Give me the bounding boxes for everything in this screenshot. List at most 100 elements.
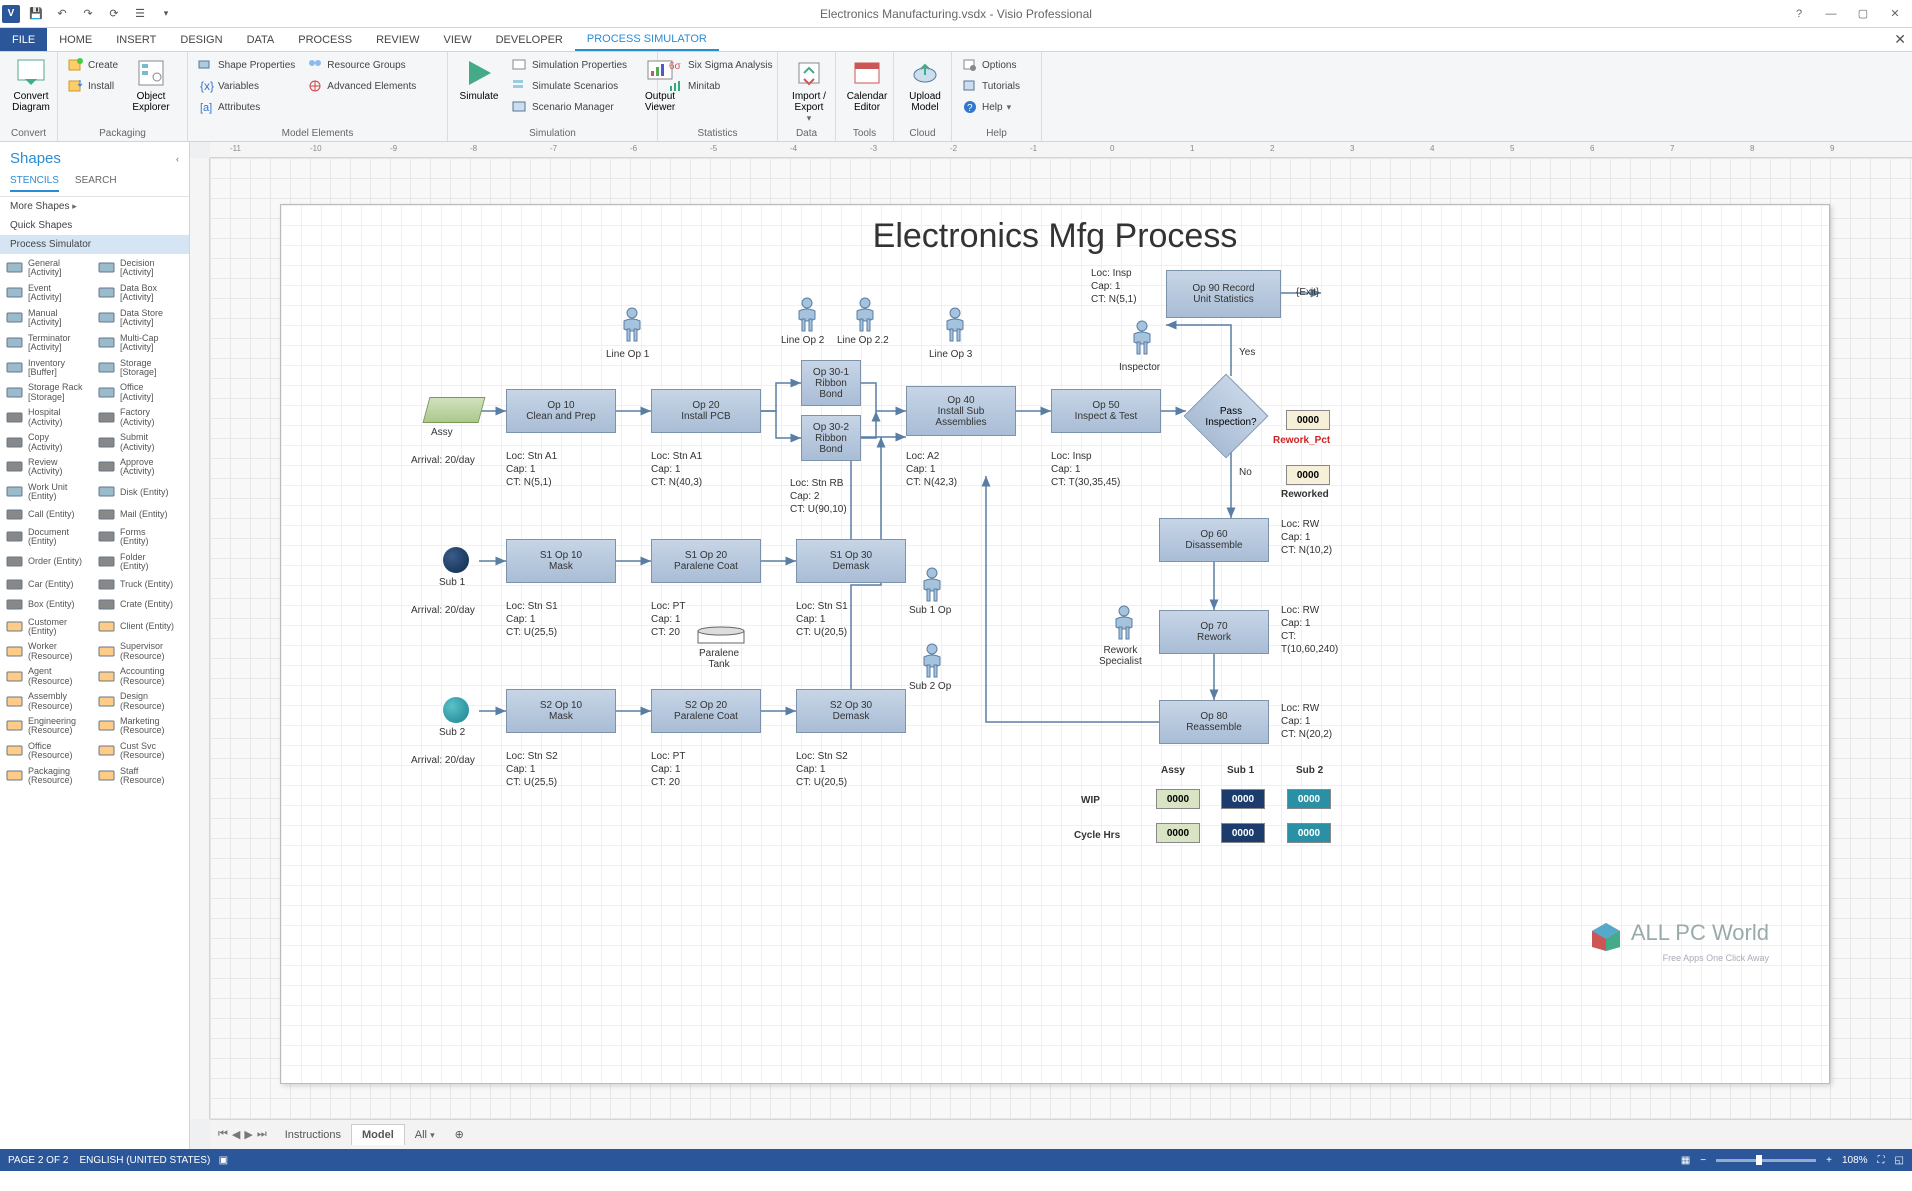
- stencil-shape[interactable]: Design (Resource): [94, 689, 186, 714]
- tab-insert[interactable]: INSERT: [104, 28, 168, 51]
- stencil-shape[interactable]: Engineering (Resource): [2, 714, 94, 739]
- stencil-shape[interactable]: Crate (Entity): [94, 595, 186, 615]
- upload-model-button[interactable]: Upload Model: [900, 55, 950, 115]
- op70-box[interactable]: Op 70 Rework: [1159, 610, 1269, 654]
- variables-button[interactable]: {x}Variables: [194, 76, 299, 96]
- stencil-shape[interactable]: Call (Entity): [2, 505, 94, 525]
- tutorials-button[interactable]: Tutorials: [958, 76, 1024, 96]
- simulate-button[interactable]: Simulate: [454, 55, 504, 104]
- qat-save[interactable]: 💾: [26, 4, 46, 24]
- page-tab-all[interactable]: All ▾: [405, 1125, 445, 1145]
- more-shapes-link[interactable]: More Shapes ▸: [0, 197, 189, 216]
- restore-icon[interactable]: ▢: [1848, 3, 1878, 25]
- shape-properties-button[interactable]: Shape Properties: [194, 55, 299, 75]
- zoom-level[interactable]: 108%: [1842, 1155, 1868, 1166]
- qat-more[interactable]: ☰: [130, 4, 150, 24]
- help-icon[interactable]: ?: [1784, 3, 1814, 25]
- create-button[interactable]: Create: [64, 55, 122, 75]
- sub2-entity[interactable]: [443, 697, 469, 723]
- stencil-shape[interactable]: Data Store [Activity]: [94, 306, 186, 331]
- stencil-shape[interactable]: Work Unit (Entity): [2, 480, 94, 505]
- tab-file[interactable]: FILE: [0, 28, 47, 51]
- pan-zoom-icon[interactable]: ◱: [1895, 1155, 1904, 1166]
- line-op1-icon[interactable]: [621, 307, 643, 343]
- stencil-shape[interactable]: Office [Activity]: [94, 380, 186, 405]
- stencil-shape[interactable]: Staff (Resource): [94, 764, 186, 789]
- search-tab[interactable]: SEARCH: [75, 175, 117, 192]
- stencil-shape[interactable]: Accounting (Resource): [94, 664, 186, 689]
- stencil-shape[interactable]: General [Activity]: [2, 256, 94, 281]
- sub1-entity[interactable]: [443, 547, 469, 573]
- collapse-shapes-icon[interactable]: ‹: [176, 154, 179, 164]
- sub2-op-icon[interactable]: [921, 643, 943, 679]
- stencil-shape[interactable]: Cust Svc (Resource): [94, 739, 186, 764]
- stencil-shape[interactable]: Folder (Entity): [94, 550, 186, 575]
- scenario-manager-button[interactable]: Scenario Manager: [508, 97, 631, 117]
- page-prev-all-icon[interactable]: ⏮: [218, 1128, 228, 1141]
- drawing-page[interactable]: Electronics Mfg Process: [280, 204, 1830, 1084]
- s1op10-box[interactable]: S1 Op 10 Mask: [506, 539, 616, 583]
- stencil-shape[interactable]: Client (Entity): [94, 615, 186, 640]
- stencils-tab[interactable]: STENCILS: [10, 175, 59, 192]
- inspector-icon[interactable]: [1131, 320, 1153, 356]
- minimize-icon[interactable]: —: [1816, 3, 1846, 25]
- page-prev-icon[interactable]: ◀: [232, 1128, 240, 1141]
- s2op10-box[interactable]: S2 Op 10 Mask: [506, 689, 616, 733]
- stencil-shape[interactable]: Storage Rack [Storage]: [2, 380, 94, 405]
- op50-box[interactable]: Op 50 Inspect & Test: [1051, 389, 1161, 433]
- simulation-properties-button[interactable]: Simulation Properties: [508, 55, 631, 75]
- stencil-shape[interactable]: Hospital (Activity): [2, 405, 94, 430]
- op30-2-box[interactable]: Op 30-2 Ribbon Bond: [801, 415, 861, 461]
- stencil-shape[interactable]: Storage [Storage]: [94, 356, 186, 381]
- stencil-shape[interactable]: Box (Entity): [2, 595, 94, 615]
- tab-review[interactable]: REVIEW: [364, 28, 431, 51]
- stencil-shape[interactable]: Packaging (Resource): [2, 764, 94, 789]
- import-export-button[interactable]: Import / Export▾: [784, 55, 834, 126]
- tab-developer[interactable]: DEVELOPER: [484, 28, 575, 51]
- line-op3-icon[interactable]: [944, 307, 966, 343]
- minitab-button[interactable]: Minitab: [664, 76, 776, 96]
- convert-diagram-button[interactable]: Convert Diagram: [6, 55, 56, 115]
- op30-1-box[interactable]: Op 30-1 Ribbon Bond: [801, 360, 861, 406]
- op90-box[interactable]: Op 90 Record Unit Statistics: [1166, 270, 1281, 318]
- zoom-out-icon[interactable]: −: [1700, 1155, 1706, 1166]
- tab-data[interactable]: DATA: [235, 28, 287, 51]
- op10-box[interactable]: Op 10 Clean and Prep: [506, 389, 616, 433]
- line-op22-icon[interactable]: [854, 297, 876, 333]
- attributes-button[interactable]: [a]Attributes: [194, 97, 299, 117]
- page-next-all-icon[interactable]: ⏭: [257, 1128, 267, 1141]
- stencil-shape[interactable]: Office (Resource): [2, 739, 94, 764]
- s2op30-box[interactable]: S2 Op 30 Demask: [796, 689, 906, 733]
- tab-process-simulator[interactable]: PROCESS SIMULATOR: [575, 28, 719, 51]
- stencil-shape[interactable]: Inventory [Buffer]: [2, 356, 94, 381]
- assy-entity[interactable]: [423, 397, 486, 423]
- op40-box[interactable]: Op 40 Install Sub Assemblies: [906, 386, 1016, 436]
- collapse-ribbon-icon[interactable]: ✕: [1894, 31, 1906, 48]
- stencil-shape[interactable]: Decision [Activity]: [94, 256, 186, 281]
- page-next-icon[interactable]: ▶: [244, 1128, 252, 1141]
- calendar-editor-button[interactable]: Calendar Editor: [842, 55, 892, 115]
- stencil-shape[interactable]: Approve (Activity): [94, 455, 186, 480]
- line-op2-icon[interactable]: [796, 297, 818, 333]
- stencil-shape[interactable]: Multi-Cap [Activity]: [94, 331, 186, 356]
- stencil-shape[interactable]: Forms (Entity): [94, 525, 186, 550]
- stencil-shape[interactable]: Supervisor (Resource): [94, 639, 186, 664]
- presentation-view-icon[interactable]: ▦: [1681, 1155, 1690, 1166]
- help-button[interactable]: ?Help ▾: [958, 97, 1024, 117]
- stencil-shape[interactable]: Agent (Resource): [2, 664, 94, 689]
- stencil-shape[interactable]: Data Box [Activity]: [94, 281, 186, 306]
- tab-view[interactable]: VIEW: [431, 28, 483, 51]
- object-explorer-button[interactable]: Object Explorer: [126, 55, 176, 115]
- qat-refresh[interactable]: ⟳: [104, 4, 124, 24]
- stencil-shape[interactable]: Worker (Resource): [2, 639, 94, 664]
- tab-process[interactable]: PROCESS: [286, 28, 364, 51]
- resource-groups-button[interactable]: Resource Groups: [303, 55, 420, 75]
- rework-specialist-icon[interactable]: [1113, 605, 1135, 641]
- stencil-shape[interactable]: Document (Entity): [2, 525, 94, 550]
- op20-box[interactable]: Op 20 Install PCB: [651, 389, 761, 433]
- fit-page-icon[interactable]: ⛶: [1878, 1155, 1885, 1166]
- s1op20-box[interactable]: S1 Op 20 Paralene Coat: [651, 539, 761, 583]
- stencil-shape[interactable]: Marketing (Resource): [94, 714, 186, 739]
- install-button[interactable]: Install: [64, 76, 122, 96]
- close-icon[interactable]: ✕: [1880, 3, 1910, 25]
